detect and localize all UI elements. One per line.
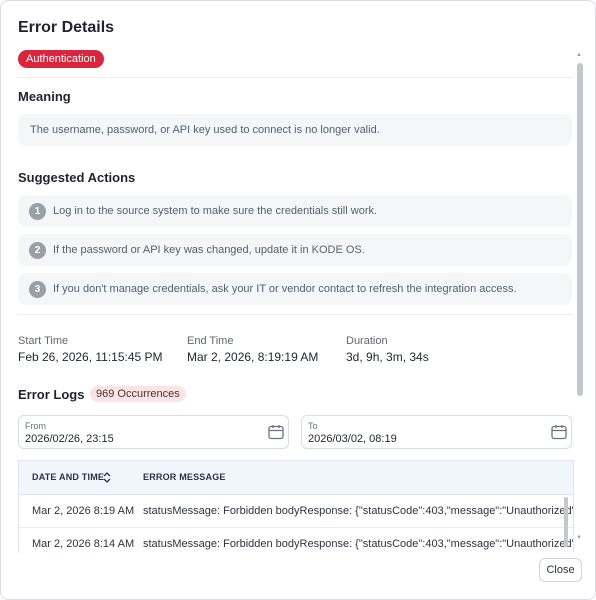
close-button[interactable]: Close — [539, 558, 582, 582]
table-row: Mar 2, 2026 8:14 AM statusMessage: Forbi… — [19, 528, 573, 553]
to-date-field[interactable]: To 2026/03/02, 08:19 — [301, 415, 572, 449]
action-text: If you don't manage credentials, ask you… — [53, 283, 517, 295]
to-date-label: To — [308, 421, 318, 431]
scroll-down-arrow-icon[interactable]: ▼ — [576, 535, 582, 541]
modal-title: Error Details — [18, 19, 115, 36]
divider — [18, 77, 573, 78]
action-item: 2 If the password or API key was changed… — [18, 234, 572, 266]
action-item: 3 If you don't manage credentials, ask y… — [18, 273, 572, 305]
action-item: 1 Log in to the source system to make su… — [18, 195, 572, 227]
to-date-value: 2026/03/02, 08:19 — [308, 433, 397, 445]
error-details-modal: Error Details Authentication Meaning The… — [0, 0, 596, 600]
action-text: Log in to the source system to make sure… — [53, 205, 378, 217]
step-number-badge: 1 — [29, 203, 46, 220]
calendar-icon[interactable] — [550, 423, 568, 441]
table-header: DATE AND TIME ERROR MESSAGE — [19, 461, 573, 495]
end-time-value: Mar 2, 2026, 8:19:19 AM — [187, 350, 319, 364]
from-date-value: 2026/02/26, 23:15 — [25, 433, 114, 445]
duration-value: 3d, 9h, 3m, 34s — [346, 350, 429, 364]
error-logs-table: DATE AND TIME ERROR MESSAGE Mar 2, 2026 … — [18, 460, 574, 553]
duration-label: Duration — [346, 335, 388, 347]
row-message: statusMessage: Forbidden bodyResponse: {… — [143, 538, 574, 550]
table-row: Mar 2, 2026 8:19 AM statusMessage: Forbi… — [19, 495, 573, 528]
from-date-field[interactable]: From 2026/02/26, 23:15 — [18, 415, 289, 449]
divider — [18, 314, 573, 315]
step-number-badge: 3 — [29, 281, 46, 298]
error-category-badge: Authentication — [18, 50, 104, 68]
row-message: statusMessage: Forbidden bodyResponse: {… — [143, 505, 574, 517]
start-time-value: Feb 26, 2026, 11:15:45 PM — [18, 350, 163, 364]
end-time-label: End Time — [187, 335, 234, 347]
row-date: Mar 2, 2026 8:14 AM — [32, 538, 135, 550]
start-time-label: Start Time — [18, 335, 69, 347]
scrollbar-thumb[interactable] — [577, 63, 583, 396]
sort-icon[interactable] — [103, 472, 111, 483]
modal-scrollbar[interactable]: ▲ ▼ — [576, 52, 583, 541]
meaning-heading: Meaning — [18, 89, 71, 104]
suggested-actions-heading: Suggested Actions — [18, 170, 136, 185]
table-scrollbar[interactable] — [564, 497, 568, 547]
column-header-message: ERROR MESSAGE — [143, 472, 226, 482]
column-header-date[interactable]: DATE AND TIME — [32, 461, 104, 494]
occurrences-badge: 969 Occurrences — [90, 386, 186, 402]
error-logs-heading: Error Logs — [18, 387, 85, 402]
row-date: Mar 2, 2026 8:19 AM — [32, 505, 135, 517]
from-date-label: From — [25, 421, 46, 431]
step-number-badge: 2 — [29, 242, 46, 259]
calendar-icon[interactable] — [267, 423, 285, 441]
action-text: If the password or API key was changed, … — [53, 244, 365, 256]
meaning-text: The username, password, or API key used … — [18, 114, 572, 146]
scroll-up-arrow-icon[interactable]: ▲ — [576, 52, 582, 58]
